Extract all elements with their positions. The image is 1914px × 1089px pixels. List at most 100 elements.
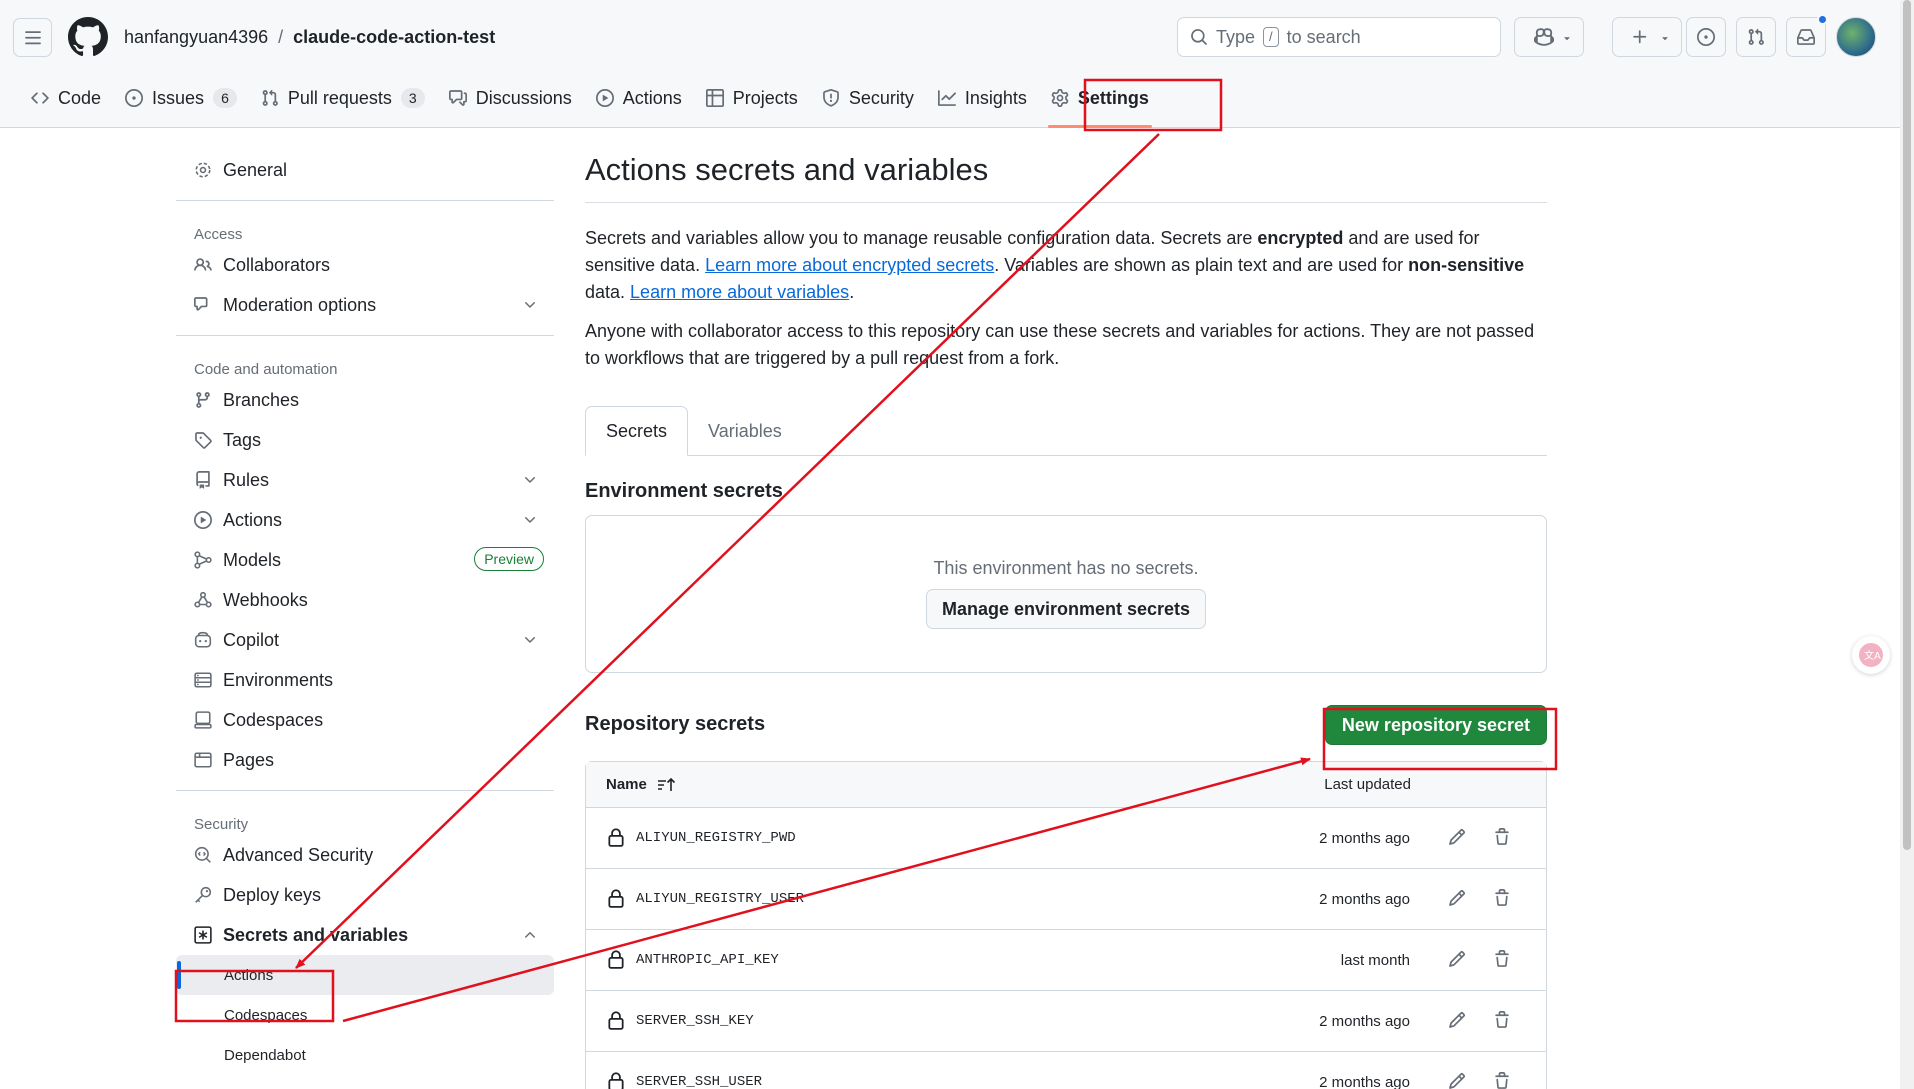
pencil-icon[interactable] <box>1448 828 1466 846</box>
sidebar-item-label: Pages <box>223 749 275 770</box>
lock-icon <box>608 1011 624 1030</box>
menu-button[interactable] <box>13 18 52 57</box>
settings-sidebar: General Access Collaborators Moderation … <box>176 150 554 1075</box>
sidebar-item-label: Environments <box>223 669 334 690</box>
avatar[interactable] <box>1836 17 1876 57</box>
comment-discussion-icon <box>194 297 208 311</box>
sidebar-subitem-dependabot[interactable]: Dependabot <box>176 1035 554 1075</box>
pencil-icon[interactable] <box>1448 1072 1466 1089</box>
tab-projects[interactable]: Projects <box>695 82 809 114</box>
sidebar-item-environments[interactable]: Environments <box>176 660 554 700</box>
pull-request-icon <box>262 89 278 106</box>
manage-environment-secrets-button[interactable]: Manage environment secrets <box>925 589 1207 629</box>
sidebar-item-rules[interactable]: Rules <box>176 460 554 500</box>
preview-badge: Preview <box>474 547 544 571</box>
tab-pull-requests[interactable]: Pull requests 3 <box>250 82 436 114</box>
sidebar-item-deploy-keys[interactable]: Deploy keys <box>176 875 554 915</box>
pull-requests-counter: 3 <box>400 88 425 108</box>
sidebar-item-copilot[interactable]: Copilot <box>176 620 554 660</box>
sidebar-item-label: Deploy keys <box>223 884 322 905</box>
tag-icon <box>195 432 212 449</box>
copilot-icon <box>194 631 212 648</box>
tab-issues[interactable]: Issues 6 <box>114 82 248 114</box>
table-icon <box>705 89 724 107</box>
tab-variables[interactable]: Variables <box>688 406 802 456</box>
sidebar-item-tags[interactable]: Tags <box>176 420 554 460</box>
trash-icon[interactable] <box>1493 1010 1511 1030</box>
sidebar-subitem-codespaces[interactable]: Codespaces <box>176 995 554 1035</box>
issues-button[interactable] <box>1686 17 1726 57</box>
tab-secrets[interactable]: Secrets <box>585 406 689 456</box>
search-input[interactable]: Type / to search <box>1177 17 1501 57</box>
sidebar-subitem-label: Dependabot <box>224 1046 306 1064</box>
copilot-button[interactable] <box>1514 17 1584 57</box>
sidebar-item-pages[interactable]: Pages <box>176 740 554 780</box>
sidebar-heading-code: Code and automation <box>194 361 338 378</box>
environment-secrets-box: This environment has no secrets. Manage … <box>585 515 1547 673</box>
pencil-icon[interactable] <box>1448 889 1466 907</box>
page-title: Actions secrets and variables <box>585 150 1547 203</box>
tab-insights[interactable]: Insights <box>927 82 1038 114</box>
repo-owner-link[interactable]: hanfangyuan4396 <box>124 27 268 47</box>
tab-code-label: Code <box>58 87 102 108</box>
breadcrumb-separator: / <box>278 27 284 47</box>
column-name-label: Name <box>606 776 647 793</box>
trash-icon[interactable] <box>1493 888 1511 908</box>
sidebar-item-label: Actions <box>223 509 283 530</box>
sidebar-subitem-actions[interactable]: Actions <box>176 955 554 995</box>
chevron-down-icon <box>525 637 535 643</box>
models-icon <box>194 551 212 569</box>
tab-pull-requests-label: Pull requests <box>287 87 392 108</box>
learn-more-secrets-link[interactable]: Learn more about encrypted secrets <box>705 255 994 275</box>
sidebar-item-actions[interactable]: Actions <box>176 500 554 540</box>
trash-icon[interactable] <box>1493 949 1511 969</box>
secret-name: ANTHROPIC_API_KEY <box>636 952 779 968</box>
sidebar-item-general[interactable]: General <box>176 150 554 190</box>
tab-discussions[interactable]: Discussions <box>438 82 583 114</box>
translate-button[interactable]: 文A <box>1852 636 1890 674</box>
repo-name-link[interactable]: claude-code-action-test <box>293 27 495 47</box>
gear-icon <box>195 162 211 178</box>
desc-text: Secrets and variables allow you to manag… <box>585 228 1258 248</box>
tab-code[interactable]: Code <box>20 82 112 114</box>
graph-icon <box>937 90 956 106</box>
sidebar-item-moderation[interactable]: Moderation options <box>176 285 554 325</box>
sidebar-item-codespaces[interactable]: Codespaces <box>176 700 554 740</box>
trash-icon[interactable] <box>1493 827 1511 847</box>
sidebar-item-collaborators[interactable]: Collaborators <box>176 245 554 285</box>
tab-actions[interactable]: Actions <box>585 82 693 114</box>
scrollbar[interactable] <box>1900 0 1914 1089</box>
tab-settings-label: Settings <box>1077 87 1149 108</box>
server-icon <box>194 672 212 688</box>
pencil-icon[interactable] <box>1448 1011 1466 1029</box>
table-row: ANTHROPIC_API_KEY last month <box>586 930 1546 991</box>
tab-security[interactable]: Security <box>811 82 925 114</box>
pull-requests-button[interactable] <box>1736 17 1776 57</box>
codescan-icon <box>194 846 211 863</box>
sidebar-item-branches[interactable]: Branches <box>176 380 554 420</box>
hamburger-icon <box>24 30 41 44</box>
sidebar-item-secrets-and-variables[interactable]: Secrets and variables <box>176 915 554 955</box>
github-logo-icon[interactable] <box>68 17 108 57</box>
scrollbar-thumb[interactable] <box>1903 0 1911 850</box>
new-repository-secret-button[interactable]: New repository secret <box>1324 705 1547 745</box>
create-new-button[interactable] <box>1612 17 1682 57</box>
learn-more-variables-link[interactable]: Learn more about variables <box>630 282 849 302</box>
search-icon <box>1191 29 1207 45</box>
pencil-icon[interactable] <box>1448 950 1466 968</box>
chevron-up-icon <box>525 932 535 938</box>
lock-icon <box>608 950 624 969</box>
sidebar-item-label: Collaborators <box>223 254 331 275</box>
sidebar-item-advanced-security[interactable]: Advanced Security <box>176 835 554 875</box>
breadcrumb: hanfangyuan4396 / claude-code-action-test <box>124 27 495 48</box>
people-icon <box>194 258 212 271</box>
desc-text: data. <box>585 282 631 302</box>
sidebar-item-models[interactable]: Models Preview <box>176 540 554 580</box>
column-name-header[interactable]: Name <box>606 776 677 793</box>
secret-name: ALIYUN_REGISTRY_USER <box>636 891 805 907</box>
desc-bold: encrypted <box>1257 228 1344 248</box>
trash-icon[interactable] <box>1493 1071 1511 1089</box>
tab-settings[interactable]: Settings <box>1040 82 1160 128</box>
tab-insights-label: Insights <box>964 87 1027 108</box>
sidebar-item-webhooks[interactable]: Webhooks <box>176 580 554 620</box>
